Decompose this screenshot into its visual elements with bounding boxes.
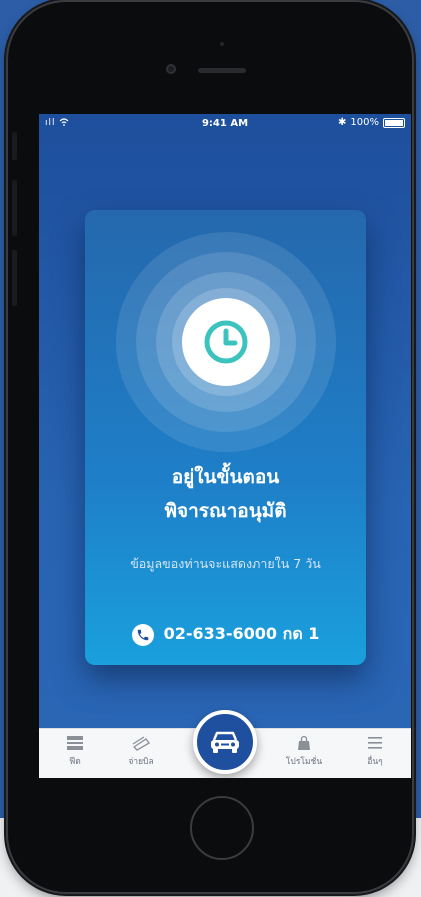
earpiece-speaker: [198, 68, 246, 73]
tab-pay-bill-label: จ่ายบิล: [128, 757, 154, 767]
shopping-bag-icon: [298, 735, 310, 750]
tab-other-label: อื่นๆ: [367, 757, 383, 767]
bluetooth-icon: ✱: [338, 117, 347, 128]
home-button[interactable]: [190, 796, 254, 860]
tab-pay-bill[interactable]: จ่ายบิล: [111, 735, 171, 768]
bill-icon: [132, 736, 150, 751]
status-bar: ıll 9:41 AM ✱ 100%: [39, 114, 411, 134]
volume-up-button: [12, 180, 17, 236]
tab-other[interactable]: อื่นๆ: [345, 735, 405, 768]
status-description: ข้อมูลของท่านจะแสดงภายใน 7 วัน: [130, 556, 321, 571]
tab-feed-label: ฟีด: [69, 757, 81, 767]
tab-promotion[interactable]: โปรโมชั่น: [274, 735, 334, 768]
car-icon: [211, 731, 239, 753]
phone-frame: ıll 9:41 AM ✱ 100% อยู่ในขั้นตอน พิจารณา…: [8, 2, 412, 892]
phone-icon: [131, 623, 154, 646]
mute-switch: [12, 132, 17, 160]
proximity-sensor: [220, 42, 224, 46]
battery-icon: [383, 117, 405, 128]
app-screen: ıll 9:41 AM ✱ 100% อยู่ในขั้นตอน พิจารณา…: [39, 114, 411, 778]
volume-down-button: [12, 250, 17, 306]
clock-icon: [204, 320, 248, 364]
tab-feed[interactable]: ฟีด: [45, 735, 105, 768]
status-right: ✱ 100%: [338, 117, 405, 128]
feed-icon: [67, 736, 83, 750]
center-car-button[interactable]: [193, 710, 257, 774]
tab-promotion-label: โปรโมชั่น: [285, 757, 323, 767]
call-center-link[interactable]: 02-633-6000 กด 1: [85, 622, 366, 647]
clock-badge: [182, 298, 270, 386]
battery-percent: 100%: [350, 117, 379, 128]
status-title-line1: อยู่ในขั้นตอน: [171, 466, 280, 488]
call-center-number: 02-633-6000 กด 1: [163, 624, 320, 643]
clock-rings: [116, 232, 336, 452]
approval-status-card: อยู่ในขั้นตอน พิจารณาอนุมัติ ข้อมูลของท่…: [85, 210, 366, 665]
front-camera: [166, 64, 176, 74]
menu-icon: [368, 737, 382, 749]
status-title-line2: พิจารณาอนุมัติ: [164, 500, 287, 522]
